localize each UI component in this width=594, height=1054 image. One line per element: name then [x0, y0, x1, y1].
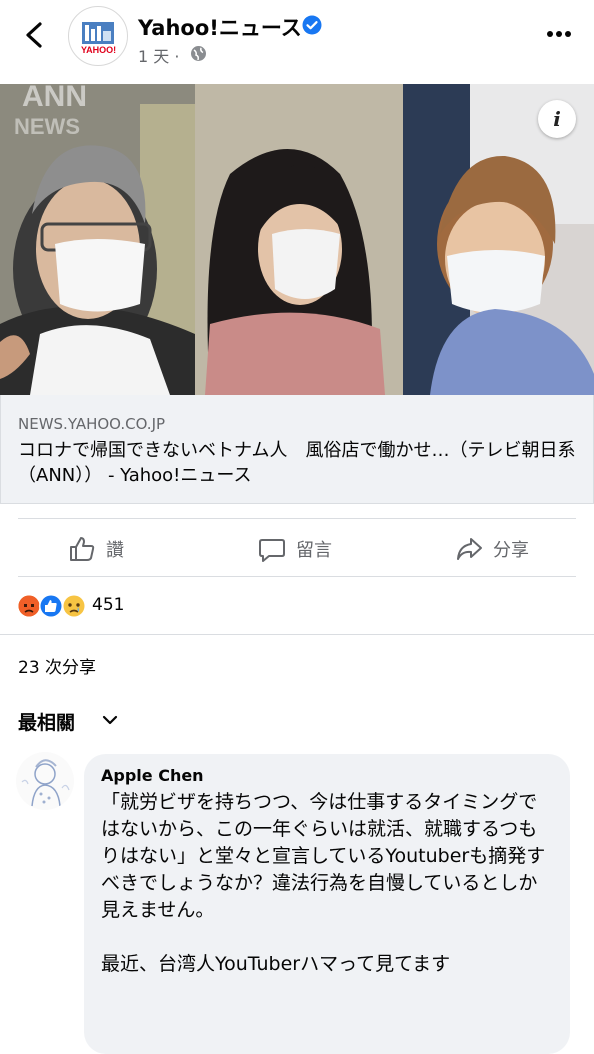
chevron-down-icon[interactable]: [102, 713, 118, 727]
news-watermark: NEWS: [14, 114, 80, 139]
yahoo-news-logo-icon: [82, 22, 114, 44]
divider: [18, 518, 576, 519]
divider: [0, 634, 594, 635]
page-name[interactable]: Yahoo!ニュース: [138, 12, 302, 42]
back-arrow-icon[interactable]: [18, 18, 52, 52]
share-count[interactable]: 23 次分享: [18, 653, 96, 678]
avatar-logo-text: YAHOO!: [81, 45, 117, 55]
more-options-icon[interactable]: [546, 30, 572, 38]
page-avatar[interactable]: YAHOO!: [68, 6, 128, 66]
link-title[interactable]: コロナで帰国できないベトナム人 風俗店で働かせ…（テレビ朝日系（ANN）） - …: [18, 438, 578, 488]
comment-text: 「就労ビザを持ちつつ、今は仕事するタイミングではないから、この一年ぐらいは就活、…: [101, 791, 546, 975]
divider: [18, 576, 576, 577]
comment-bubble-icon: [259, 539, 285, 562]
reaction-count[interactable]: 451: [92, 595, 124, 615]
comment-label: 留言: [296, 540, 332, 561]
news-photo[interactable]: ANN NEWS: [0, 84, 594, 395]
comment-sort-label[interactable]: 最相關: [18, 708, 75, 735]
post-timestamp: 1 天 ·: [138, 47, 180, 66]
sad-reaction-icon: [62, 594, 86, 618]
angry-reaction-icon: [16, 593, 42, 619]
thumbs-up-icon: [70, 537, 95, 561]
info-button[interactable]: i: [538, 100, 576, 138]
share-arrow-icon: [457, 538, 482, 560]
like-label: 讚: [106, 540, 124, 561]
ann-watermark: ANN: [22, 84, 87, 113]
commenter-avatar[interactable]: [16, 752, 74, 810]
comment-button[interactable]: 留言: [258, 534, 332, 564]
comment-author[interactable]: Apple Chen: [101, 766, 204, 785]
share-button[interactable]: 分享: [455, 534, 529, 564]
link-domain: NEWS.YAHOO.CO.JP: [18, 415, 166, 433]
like-button[interactable]: 讚: [68, 534, 124, 564]
reaction-icons[interactable]: [16, 593, 90, 619]
globe-icon: [191, 46, 206, 61]
like-reaction-icon: [39, 594, 63, 618]
share-label: 分享: [493, 540, 529, 561]
verified-badge-icon: [302, 15, 322, 35]
